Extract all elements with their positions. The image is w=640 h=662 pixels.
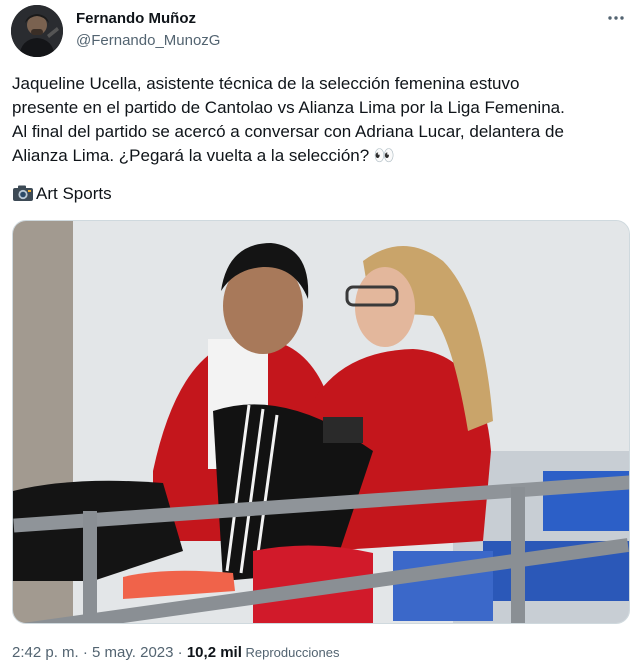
display-name[interactable]: Fernando Muñoz — [76, 10, 220, 28]
tweet-date[interactable]: 5 may. 2023 — [92, 644, 173, 661]
meta-separator: · — [78, 644, 93, 661]
tweet-photo[interactable] — [12, 220, 630, 624]
avatar[interactable] — [11, 5, 63, 57]
views-count[interactable]: 10,2 mil — [187, 644, 242, 661]
views-label: Reproducciones — [241, 645, 340, 660]
photo-credit: Art Sports — [12, 182, 112, 206]
tweet-text: Jaqueline Ucella, asistente técnica de l… — [12, 74, 565, 165]
tweet-meta: 2:42 p. m. · 5 may. 2023 · 10,2 mil Repr… — [12, 643, 339, 662]
camera-icon — [12, 184, 34, 202]
tweet-header: Fernando Muñoz @Fernando_MunozG — [10, 4, 630, 60]
credit-label: Art Sports — [36, 184, 112, 203]
meta-separator: · — [173, 644, 187, 661]
tweet-time[interactable]: 2:42 p. m. — [12, 644, 79, 661]
handle[interactable]: @Fernando_MunozG — [76, 31, 220, 51]
more-button[interactable] — [604, 8, 628, 32]
more-icon — [606, 8, 626, 33]
